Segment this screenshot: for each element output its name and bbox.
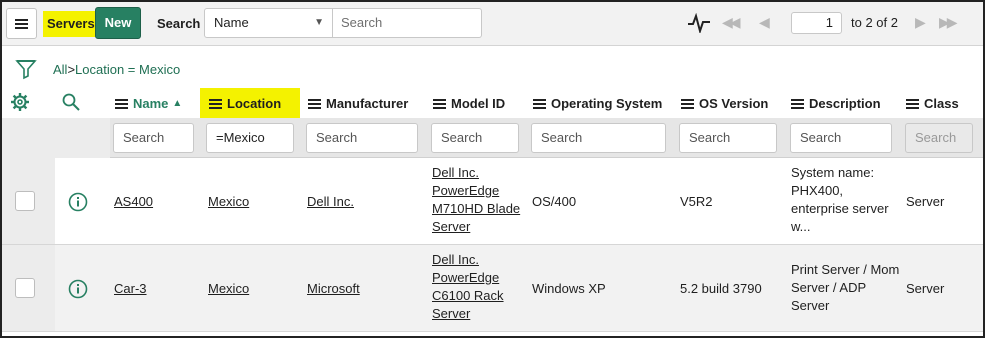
cell-class: Server: [906, 281, 945, 296]
column-header-model-id[interactable]: Model ID: [433, 96, 505, 111]
breadcrumb-all[interactable]: All: [53, 62, 67, 77]
location-search-input[interactable]: =Mexico: [206, 123, 294, 153]
column-header-operating-system[interactable]: Operating System: [533, 96, 662, 111]
column-menu-icon[interactable]: [681, 98, 694, 109]
list-view: Servers New Search Name ▼ Search ◀◀ ◀ 1 …: [0, 0, 985, 338]
chevron-down-icon: ▼: [314, 17, 324, 28]
info-icon[interactable]: [68, 279, 88, 299]
breadcrumb-separator: >: [67, 62, 76, 77]
name-search-input[interactable]: Search: [113, 123, 194, 153]
cell-description: System name: PHX400, enterprise server w…: [791, 165, 889, 234]
cell-location[interactable]: Mexico: [208, 193, 249, 211]
list-header: Servers New Search Name ▼ Search ◀◀ ◀ 1 …: [2, 2, 983, 46]
column-menu-icon[interactable]: [308, 98, 321, 109]
last-page-icon[interactable]: ▶▶: [939, 14, 957, 31]
breadcrumb: All>Location = Mexico: [53, 62, 180, 77]
operating-system-search-input[interactable]: Search: [531, 123, 666, 153]
table-row: Car-3 Mexico Microsoft Dell Inc. PowerEd…: [2, 245, 983, 332]
table-header-row: Name ▲ Location Manufacturer Model ID Ope…: [2, 88, 983, 118]
menu-icon[interactable]: [6, 8, 37, 39]
cell-manufacturer[interactable]: Microsoft: [307, 280, 360, 298]
column-menu-icon[interactable]: [209, 98, 222, 109]
column-menu-icon[interactable]: [533, 98, 546, 109]
filter-icon[interactable]: [15, 58, 37, 80]
column-menu-icon[interactable]: [115, 98, 128, 109]
page-total: to 2 of 2: [851, 15, 898, 30]
class-search-input: Search: [905, 123, 973, 153]
cell-model-id[interactable]: Dell Inc. PowerEdge C6100 Rack Server: [432, 251, 504, 323]
cell-model-id[interactable]: Dell Inc. PowerEdge M710HD Blade Server: [432, 164, 520, 236]
info-icon[interactable]: [68, 192, 88, 212]
cell-os-version: V5R2: [680, 194, 713, 209]
row-checkbox[interactable]: [15, 191, 35, 211]
first-page-icon[interactable]: ◀◀: [722, 14, 740, 31]
column-header-os-version[interactable]: OS Version: [681, 96, 768, 111]
page-number-input[interactable]: 1: [791, 12, 842, 34]
new-button[interactable]: New: [95, 7, 141, 39]
cell-operating-system: OS/400: [532, 194, 577, 209]
cell-description: Print Server / Mom Server / ADP Server: [791, 262, 900, 313]
cell-name[interactable]: Car-3: [114, 280, 147, 298]
manufacturer-search-input[interactable]: Search: [306, 123, 418, 153]
cell-manufacturer[interactable]: Dell Inc.: [307, 193, 354, 211]
description-search-input[interactable]: Search: [790, 123, 892, 153]
column-header-location[interactable]: Location: [209, 96, 281, 111]
prev-page-icon[interactable]: ◀: [759, 14, 770, 31]
cell-os-version: 5.2 build 3790: [680, 281, 762, 296]
column-header-description[interactable]: Description: [791, 96, 881, 111]
sort-ascending-icon: ▲: [172, 98, 183, 109]
search-label: Search: [157, 16, 201, 31]
table-row: AS400 Mexico Dell Inc. Dell Inc. PowerEd…: [2, 158, 983, 245]
cell-class: Server: [906, 194, 945, 209]
column-header-class[interactable]: Class: [906, 96, 959, 111]
activity-pulse-icon[interactable]: [687, 13, 711, 33]
model-id-search-input[interactable]: Search: [431, 123, 519, 153]
column-header-name[interactable]: Name ▲: [115, 96, 182, 111]
cell-operating-system: Windows XP: [532, 281, 606, 296]
breadcrumb-filter[interactable]: Location = Mexico: [75, 62, 180, 77]
column-header-manufacturer[interactable]: Manufacturer: [308, 96, 408, 111]
search-input[interactable]: Search: [333, 8, 482, 38]
column-menu-icon[interactable]: [906, 98, 919, 109]
column-menu-icon[interactable]: [791, 98, 804, 109]
list-title[interactable]: Servers: [43, 11, 99, 37]
cell-name[interactable]: AS400: [114, 193, 153, 211]
column-search-row: Search =Mexico Search Search Search Sear…: [2, 118, 983, 158]
os-version-search-input[interactable]: Search: [679, 123, 777, 153]
row-checkbox[interactable]: [15, 278, 35, 298]
next-page-icon[interactable]: ▶: [915, 14, 926, 31]
search-field-select[interactable]: Name ▼: [204, 8, 333, 38]
column-menu-icon[interactable]: [433, 98, 446, 109]
cell-location[interactable]: Mexico: [208, 280, 249, 298]
search-field-value: Name: [214, 15, 249, 30]
